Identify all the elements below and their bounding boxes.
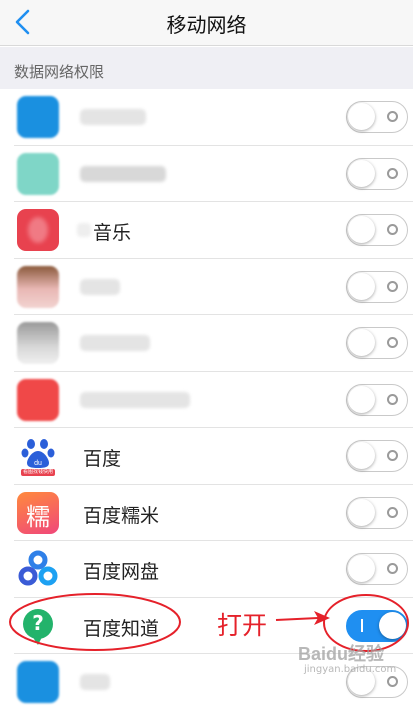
watermark-logo: Baidu经验 <box>298 644 385 664</box>
blurred-app-name <box>80 391 190 408</box>
icon-caption: 看图找钱快用 <box>22 469 53 475</box>
annotation-label: 打开 <box>217 611 268 640</box>
network-toggle[interactable] <box>346 270 408 303</box>
blurred-app-icon <box>17 96 59 138</box>
network-toggle-on[interactable] <box>346 609 408 642</box>
app-name: 音乐 <box>93 222 132 244</box>
svg-text:du: du <box>34 460 42 467</box>
network-toggle[interactable] <box>346 440 408 472</box>
icon-glyph: 糯 <box>26 502 50 531</box>
blurred-app-icon <box>17 661 59 703</box>
app-permission-list: 音乐 du 看图找钱快用 百度 糯 百度糯米 百度网盘 ? 百度知道 <box>0 89 413 708</box>
blurred-prefix <box>77 223 91 237</box>
list-item: du 看图找钱快用 百度 <box>0 428 413 485</box>
app-name: 百度知道 <box>83 617 160 640</box>
network-toggle[interactable] <box>346 383 408 416</box>
blurred-app-name <box>80 335 150 351</box>
app-name: 百度糯米 <box>83 504 160 527</box>
list-item <box>0 371 413 428</box>
list-item <box>0 145 413 202</box>
blurred-app-icon <box>17 265 59 308</box>
blurred-app-name <box>80 674 110 690</box>
watermark-url: jingyan.baidu.com <box>304 664 397 675</box>
network-toggle[interactable] <box>346 327 408 359</box>
app-name: 百度网盘 <box>83 561 160 583</box>
music-app-icon <box>17 209 59 251</box>
navigation-bar: 移动网络 <box>0 0 413 46</box>
app-name: 百度 <box>83 448 122 470</box>
network-toggle[interactable] <box>346 214 408 246</box>
baidu-zhidao-icon: ? <box>17 604 59 647</box>
list-item <box>0 89 413 146</box>
page-title: 移动网络 <box>166 13 247 37</box>
blurred-app-name <box>80 109 146 125</box>
blurred-app-icon <box>17 322 59 364</box>
list-item: 音乐 <box>0 202 413 259</box>
icon-glyph: ? <box>32 610 44 635</box>
list-item: 糯 百度糯米 <box>0 484 413 541</box>
blurred-app-icon <box>17 378 59 421</box>
list-item <box>0 315 413 372</box>
baidu-nuomi-icon: 糯 <box>17 491 59 534</box>
section-header: 数据网络权限 <box>0 47 413 89</box>
list-item: 百度网盘 <box>0 541 413 598</box>
network-toggle[interactable] <box>346 101 408 133</box>
blurred-app-icon <box>17 152 59 195</box>
baidu-netdisk-icon <box>17 548 59 590</box>
blurred-app-name <box>80 165 166 182</box>
section-label: 数据网络权限 <box>14 63 105 81</box>
network-toggle[interactable] <box>346 496 408 529</box>
list-item <box>0 258 413 315</box>
network-toggle[interactable] <box>346 553 408 585</box>
baidu-paw-icon: du 看图找钱快用 <box>17 435 59 477</box>
watermark: Baidu经验 jingyan.baidu.com <box>298 640 410 700</box>
network-toggle[interactable] <box>346 157 408 190</box>
blurred-app-name <box>80 278 120 295</box>
